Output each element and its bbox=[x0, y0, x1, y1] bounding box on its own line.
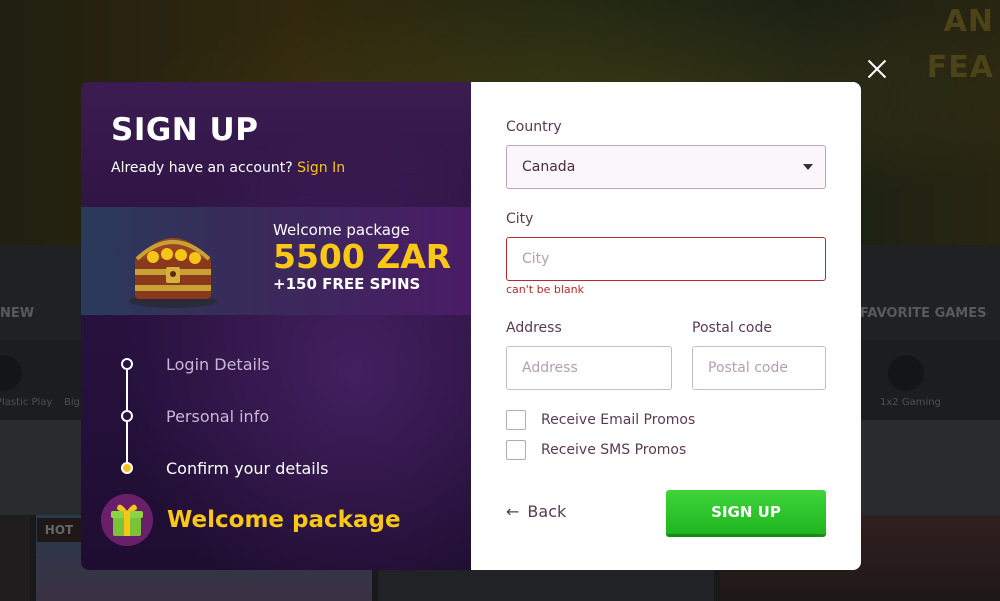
city-input[interactable] bbox=[506, 237, 826, 281]
address-label: Address bbox=[506, 320, 562, 336]
email-promos-option[interactable]: Receive Email Promos bbox=[506, 410, 695, 430]
step-dot-icon bbox=[121, 358, 133, 370]
welcome-promo-banner: Welcome package 5500 ZAR +150 FREE SPINS bbox=[81, 207, 471, 315]
sms-promos-option[interactable]: Receive SMS Promos bbox=[506, 440, 686, 460]
gift-icon bbox=[101, 494, 153, 546]
signup-modal: SIGN UP Already have an account? Sign In bbox=[81, 82, 861, 570]
sms-promos-label: Receive SMS Promos bbox=[541, 442, 687, 458]
promo-amount: 5500 ZAR bbox=[273, 237, 452, 276]
arrow-left-icon: ← bbox=[506, 502, 520, 521]
step-confirm-details: Confirm your details bbox=[121, 442, 329, 494]
country-value: Canada bbox=[522, 159, 576, 175]
sign-up-button[interactable]: SIGN UP bbox=[666, 490, 826, 534]
have-account-label: Already have an account? bbox=[111, 160, 293, 176]
signup-steps: Login Details Personal info Confirm your… bbox=[121, 338, 329, 494]
promo-free-spins: +150 FREE SPINS bbox=[273, 275, 421, 293]
step-personal-info: Personal info bbox=[121, 390, 329, 442]
welcome-package-label: Welcome package bbox=[167, 507, 401, 533]
postal-code-label: Postal code bbox=[692, 320, 772, 336]
page-title: SIGN UP bbox=[111, 112, 259, 148]
step-login-details: Login Details bbox=[121, 338, 329, 390]
back-button[interactable]: ← Back bbox=[506, 502, 566, 521]
step-dot-icon bbox=[121, 410, 133, 422]
city-label: City bbox=[506, 211, 534, 227]
country-select[interactable]: Canada bbox=[506, 145, 826, 189]
sms-promos-checkbox[interactable] bbox=[506, 440, 526, 460]
signup-header: SIGN UP Already have an account? Sign In bbox=[111, 112, 345, 176]
step-label: Confirm your details bbox=[166, 458, 329, 478]
country-label: Country bbox=[506, 119, 562, 135]
email-promos-checkbox[interactable] bbox=[506, 410, 526, 430]
welcome-package: Welcome package bbox=[101, 494, 401, 546]
step-dot-active-icon bbox=[121, 462, 133, 474]
chevron-down-icon bbox=[803, 164, 813, 170]
step-label: Login Details bbox=[166, 354, 270, 374]
city-error-message: can't be blank bbox=[506, 283, 584, 296]
signup-info-panel: SIGN UP Already have an account? Sign In bbox=[81, 82, 471, 570]
address-input[interactable] bbox=[506, 346, 672, 390]
email-promos-label: Receive Email Promos bbox=[541, 412, 696, 428]
signup-form: Country Canada City can't be blank Addre… bbox=[471, 82, 861, 570]
have-account-text: Already have an account? Sign In bbox=[111, 160, 345, 176]
sign-in-link[interactable]: Sign In bbox=[297, 160, 345, 176]
treasure-chest-icon bbox=[129, 238, 217, 308]
close-icon[interactable] bbox=[866, 58, 888, 80]
postal-code-input[interactable] bbox=[692, 346, 826, 390]
promo-text: Welcome package 5500 ZAR +150 FREE SPINS bbox=[273, 221, 451, 293]
step-label: Personal info bbox=[166, 406, 270, 426]
back-label: Back bbox=[527, 502, 567, 521]
